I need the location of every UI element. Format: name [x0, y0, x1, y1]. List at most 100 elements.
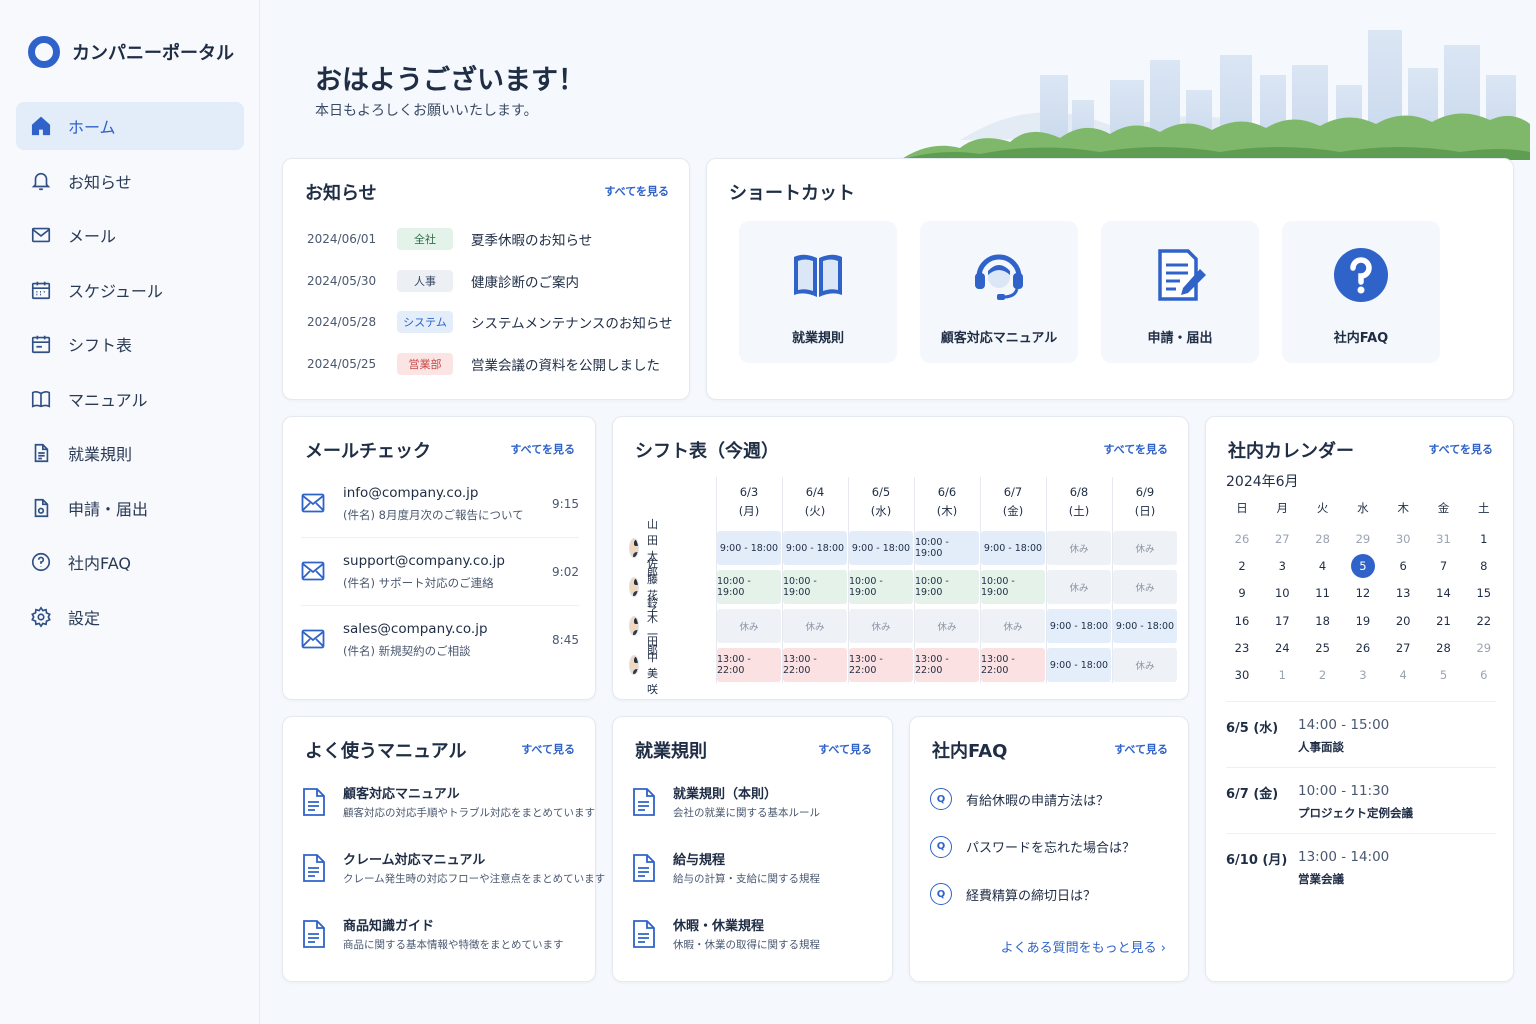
calendar-day[interactable]: 23 [1226, 637, 1258, 659]
shortcut-application[interactable]: 申請・届出 [1101, 221, 1259, 363]
calendar-day[interactable]: 19 [1347, 610, 1379, 632]
calendar-day[interactable]: 22 [1468, 610, 1500, 632]
calendar-day[interactable]: 12 [1347, 582, 1379, 604]
sidebar-item-shift[interactable]: シフト表 [16, 320, 244, 368]
calendar-day[interactable]: 13 [1387, 582, 1419, 604]
shift-cell[interactable]: 13:00 - 22:00 [981, 648, 1045, 682]
sidebar-item-rules[interactable]: 就業規則 [16, 429, 244, 477]
calendar-day[interactable]: 7 [1428, 555, 1460, 577]
calendar-day[interactable]: 1 [1266, 664, 1298, 686]
calendar-day[interactable]: 29 [1468, 637, 1500, 659]
document-item[interactable]: 顧客対応マニュアル 顧客対応の対応手順やトラブル対応をまとめています [301, 783, 595, 833]
shift-cell[interactable]: 13:00 - 22:00 [783, 648, 847, 682]
calendar-day[interactable]: 2 [1307, 664, 1339, 686]
calendar-day[interactable]: 25 [1307, 637, 1339, 659]
calendar-day[interactable]: 1 [1468, 528, 1500, 550]
sidebar-item-mail[interactable]: メール [16, 211, 244, 259]
shift-cell[interactable]: 休み [849, 609, 913, 643]
calendar-day[interactable]: 4 [1307, 555, 1339, 577]
calendar-day[interactable]: 28 [1428, 637, 1460, 659]
mail-item[interactable]: support@company.co.jp (件名) サポート対応のご連絡 9:02 [301, 553, 579, 621]
rules-see-all-link[interactable]: すべて見る [818, 741, 872, 757]
document-item[interactable]: 商品知識ガイド 商品に関する基本情報や特徴をまとめています [301, 915, 564, 965]
shift-cell[interactable]: 10:00 - 19:00 [783, 570, 847, 604]
shift-cell[interactable]: 13:00 - 22:00 [717, 648, 781, 682]
shift-cell[interactable]: 9:00 - 18:00 [1047, 648, 1111, 682]
faq-more-link[interactable]: よくある質問をもっと見る › [1001, 937, 1166, 956]
calendar-day[interactable]: 15 [1468, 582, 1500, 604]
app-logo[interactable]: カンパニーポータル [28, 36, 234, 68]
faq-item[interactable]: Q 有給休暇の申請方法は？ [930, 787, 1109, 811]
calendar-day[interactable]: 26 [1347, 637, 1379, 659]
calendar-day[interactable]: 4 [1387, 664, 1419, 686]
shift-cell[interactable]: 13:00 - 22:00 [915, 648, 979, 682]
calendar-day[interactable]: 30 [1387, 528, 1419, 550]
sidebar-item-schedule[interactable]: スケジュール [16, 266, 244, 314]
shift-cell[interactable]: 休み [1113, 648, 1177, 682]
sidebar-item-news[interactable]: お知らせ [16, 157, 244, 205]
calendar-day[interactable]: 17 [1266, 610, 1298, 632]
shift-cell[interactable]: 9:00 - 18:00 [981, 531, 1045, 565]
event-title[interactable]: プロジェクト定例会議 [1298, 805, 1413, 821]
calendar-day[interactable]: 21 [1428, 610, 1460, 632]
shift-cell[interactable]: 休み [783, 609, 847, 643]
calendar-day[interactable]: 31 [1428, 528, 1460, 550]
calendar-day[interactable]: 2 [1226, 555, 1258, 577]
faq-item[interactable]: Q パスワードを忘れた場合は？ [930, 835, 1135, 859]
news-item[interactable]: 2024/06/01 全社 夏季休暇のお知らせ [307, 227, 592, 251]
shortcut-faq[interactable]: 社内FAQ [1282, 221, 1440, 363]
news-item[interactable]: 2024/05/25 営業部 営業会議の資料を公開しました [307, 352, 660, 376]
document-item[interactable]: 給与規程 給与の計算・支給に関する規程 [631, 849, 891, 899]
calendar-day[interactable]: 9 [1226, 582, 1258, 604]
calendar-see-all-link[interactable]: すべてを見る [1428, 441, 1493, 457]
shift-see-all-link[interactable]: すべてを見る [1103, 441, 1168, 457]
calendar-day[interactable]: 18 [1307, 610, 1339, 632]
shortcut-work-rules[interactable]: 就業規則 [739, 221, 897, 363]
shift-cell[interactable]: 13:00 - 22:00 [849, 648, 913, 682]
calendar-day[interactable]: 11 [1307, 582, 1339, 604]
shift-cell[interactable]: 10:00 - 19:00 [981, 570, 1045, 604]
shift-cell[interactable]: 9:00 - 18:00 [1113, 609, 1177, 643]
calendar-day[interactable]: 27 [1387, 637, 1419, 659]
calendar-day[interactable]: 10 [1266, 582, 1298, 604]
faq-see-all-link[interactable]: すべて見る [1114, 741, 1168, 757]
event-title[interactable]: 人事面談 [1298, 739, 1344, 755]
calendar-day[interactable]: 29 [1347, 528, 1379, 550]
shift-cell[interactable]: 休み [981, 609, 1045, 643]
shift-cell[interactable]: 休み [915, 609, 979, 643]
mail-item[interactable]: info@company.co.jp (件名) 8月度月次のご報告について 9:15 [301, 485, 579, 553]
document-item[interactable]: 休暇・休業規程 休暇・休業の取得に関する規程 [631, 915, 891, 965]
faq-item[interactable]: Q 経費精算の締切日は？ [930, 882, 1096, 906]
mail-see-all-link[interactable]: すべてを見る [510, 441, 575, 457]
shift-cell[interactable]: 9:00 - 18:00 [717, 531, 781, 565]
event-title[interactable]: 営業会議 [1298, 871, 1344, 887]
news-item[interactable]: 2024/05/30 人事 健康診断のご案内 [307, 269, 579, 293]
shift-cell[interactable]: 10:00 - 19:00 [849, 570, 913, 604]
calendar-day[interactable]: 6 [1468, 664, 1500, 686]
news-see-all-link[interactable]: すべてを見る [604, 183, 669, 199]
calendar-day[interactable]: 14 [1428, 582, 1460, 604]
shift-cell[interactable]: 休み [717, 609, 781, 643]
calendar-day[interactable]: 27 [1266, 528, 1298, 550]
shift-cell[interactable]: 9:00 - 18:00 [783, 531, 847, 565]
shift-cell[interactable]: 10:00 - 19:00 [915, 531, 979, 565]
shift-cell[interactable]: 9:00 - 18:00 [849, 531, 913, 565]
sidebar-item-application[interactable]: 申請・届出 [16, 484, 244, 532]
shift-cell[interactable]: 10:00 - 19:00 [717, 570, 781, 604]
shift-cell[interactable]: 休み [1113, 570, 1177, 604]
calendar-day[interactable]: 5 [1347, 555, 1379, 577]
calendar-day[interactable]: 3 [1347, 664, 1379, 686]
document-item[interactable]: クレーム対応マニュアル クレーム発生時の対応フローや注意点をまとめています [301, 849, 605, 899]
calendar-day[interactable]: 30 [1226, 664, 1258, 686]
calendar-day[interactable]: 8 [1468, 555, 1500, 577]
shift-cell[interactable]: 休み [1113, 531, 1177, 565]
calendar-day[interactable]: 5 [1428, 664, 1460, 686]
calendar-day[interactable]: 24 [1266, 637, 1298, 659]
sidebar-item-home[interactable]: ホーム [16, 102, 244, 150]
shift-cell[interactable]: 10:00 - 19:00 [915, 570, 979, 604]
calendar-day[interactable]: 16 [1226, 610, 1258, 632]
calendar-day[interactable]: 26 [1226, 528, 1258, 550]
shortcut-customer-manual[interactable]: 顧客対応マニュアル [920, 221, 1078, 363]
manuals-see-all-link[interactable]: すべて見る [521, 741, 575, 757]
calendar-day[interactable]: 6 [1387, 555, 1419, 577]
